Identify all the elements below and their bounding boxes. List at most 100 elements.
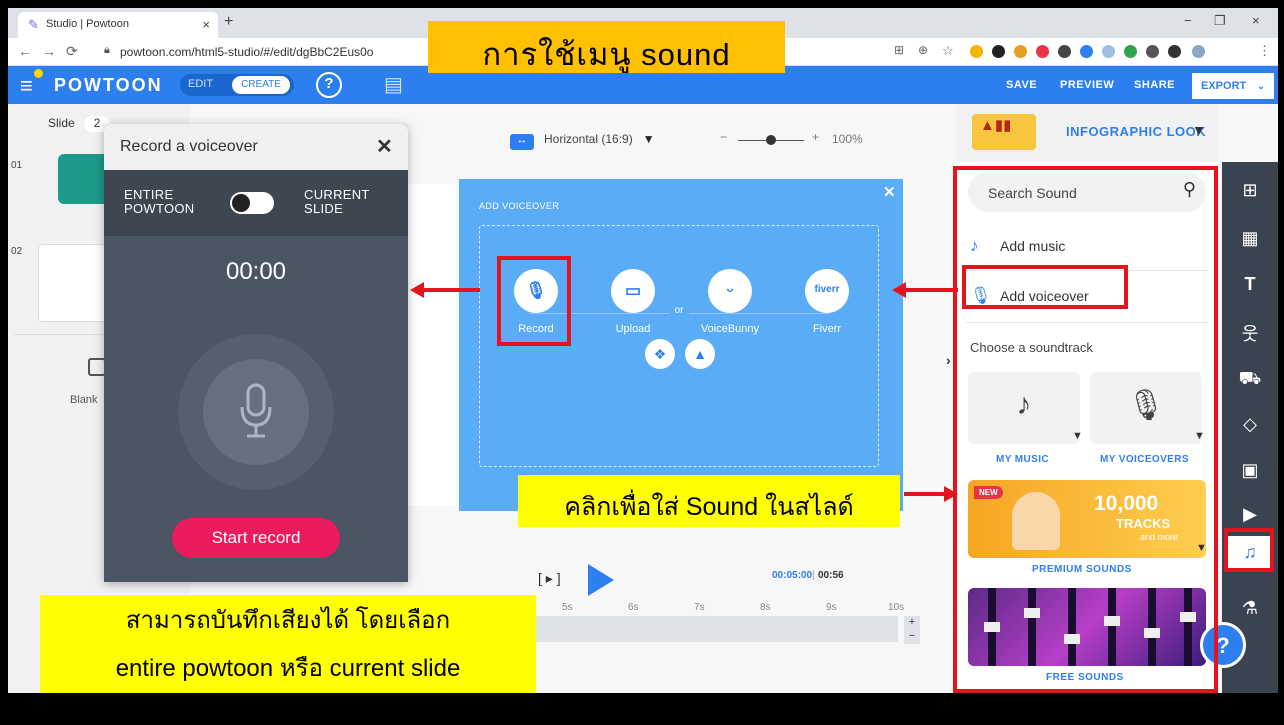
minimize-button[interactable]: − bbox=[1184, 13, 1192, 28]
record-timer: 00:00 bbox=[225, 258, 287, 285]
mode-switch[interactable]: EDIT CREATE bbox=[180, 74, 294, 96]
lock-icon: 🔒︎ bbox=[104, 44, 110, 56]
or-label: or bbox=[669, 305, 689, 316]
option-label: Upload bbox=[615, 323, 651, 335]
zoom-slider-handle[interactable] bbox=[766, 135, 776, 145]
browser-tab[interactable]: ✎ Studio | Powtoon × bbox=[18, 12, 218, 38]
start-record-button[interactable]: Start record bbox=[172, 518, 340, 558]
record-voiceover-panel: Record a voiceover ✕ ENTIRE POWTOON CURR… bbox=[104, 124, 408, 582]
slide-number: 01 bbox=[11, 160, 23, 171]
preview-button[interactable]: PREVIEW bbox=[1060, 79, 1114, 91]
reload-icon[interactable]: ⟳ bbox=[66, 43, 78, 60]
upload-option[interactable]: ▭ Upload bbox=[598, 269, 668, 335]
fiverr-logo: fiverr bbox=[805, 269, 849, 313]
arrow-line bbox=[424, 288, 480, 292]
look-selector[interactable]: ▲▮▮ INFOGRAPHIC LOOK ▼ bbox=[956, 104, 1218, 162]
caret-down-icon: ▼ bbox=[642, 132, 655, 146]
share-button[interactable]: SHARE bbox=[1134, 79, 1175, 91]
extension-icon[interactable] bbox=[1146, 45, 1159, 58]
new-tab-button[interactable]: + bbox=[224, 13, 233, 31]
timeline-track[interactable] bbox=[528, 616, 898, 642]
tab-title: Studio | Powtoon bbox=[46, 18, 129, 30]
dialog-title: ADD VOICEOVER bbox=[479, 201, 560, 211]
timeline-tick: 8s bbox=[760, 602, 771, 613]
timeline-tick: 10s bbox=[888, 602, 905, 613]
play-button[interactable] bbox=[588, 564, 614, 596]
close-icon[interactable]: ✕ bbox=[883, 183, 896, 201]
extension-icon[interactable] bbox=[992, 45, 1005, 58]
zoom-out-icon[interactable]: − bbox=[720, 130, 727, 144]
puzzle-icon[interactable] bbox=[1168, 45, 1181, 58]
url-text: powtoon.com/html5-studio/#/edit/dgBbC2Eu… bbox=[120, 45, 374, 59]
export-button[interactable]: EXPORT ⌄ bbox=[1192, 73, 1274, 99]
google-drive-icon[interactable]: ▲ bbox=[685, 339, 715, 369]
layout-icon[interactable]: ⊞ bbox=[1222, 180, 1278, 201]
bookmark-star-icon[interactable]: ☆ bbox=[942, 43, 954, 59]
browser-menu-icon[interactable]: ⋮ bbox=[1258, 43, 1271, 59]
create-mode-button[interactable]: CREATE bbox=[232, 76, 290, 94]
callout-line: entire powtoon หรือ current slide bbox=[115, 655, 461, 682]
entire-powtoon-label: ENTIRE POWTOON bbox=[124, 187, 195, 216]
text-icon[interactable]: T bbox=[1222, 274, 1278, 295]
magic-icon[interactable]: ⚗ bbox=[1222, 598, 1278, 619]
arrow-line bbox=[904, 492, 946, 496]
extension-icon[interactable] bbox=[1036, 45, 1049, 58]
hamburger-menu-icon[interactable]: ≡ bbox=[20, 69, 43, 99]
zoom-icon[interactable]: ⊕ bbox=[918, 43, 928, 57]
browser-window: ✎ Studio | Powtoon × + − ❐ × ← → ⟳ 🔒︎ po… bbox=[8, 8, 1278, 693]
props-icon[interactable]: ⛟ bbox=[1222, 368, 1278, 392]
callout-line: สามารถบันทึกเสียงได้ โดยเลือก bbox=[125, 607, 451, 634]
characters-icon[interactable]: 웃 bbox=[1222, 320, 1278, 346]
zoom-level: 100% bbox=[832, 132, 863, 146]
extension-icon[interactable] bbox=[1080, 45, 1093, 58]
profile-avatar[interactable] bbox=[1192, 45, 1205, 58]
timeline-zoom-out-button[interactable]: − bbox=[904, 630, 920, 644]
powtoon-logo: POWTOON bbox=[54, 75, 163, 95]
infographic-look-icon: ▲▮▮ bbox=[972, 114, 1036, 150]
maximize-button[interactable]: ❐ bbox=[1214, 13, 1226, 29]
image-icon[interactable]: ▣ bbox=[1222, 460, 1278, 481]
extension-icon[interactable] bbox=[1058, 45, 1071, 58]
orientation-selector[interactable]: ↔ Horizontal (16:9) ▼ bbox=[510, 132, 655, 150]
play-scene-icon[interactable]: [ ▸ ] bbox=[538, 570, 561, 587]
arrow-left-icon bbox=[410, 282, 424, 298]
scope-toggle[interactable] bbox=[230, 192, 274, 214]
close-icon[interactable]: ✕ bbox=[376, 134, 393, 159]
option-label: Fiverr bbox=[812, 323, 842, 335]
dropbox-icon[interactable]: ❖ bbox=[645, 339, 675, 369]
shapes-icon[interactable]: ◇ bbox=[1222, 414, 1278, 435]
translate-icon[interactable]: ⊞ bbox=[894, 43, 904, 57]
bunny-icon: ᵕ bbox=[708, 269, 752, 313]
window-close-button[interactable]: × bbox=[1252, 13, 1260, 28]
extension-icon[interactable] bbox=[1124, 45, 1137, 58]
timeline-tick: 6s bbox=[628, 602, 639, 613]
help-icon[interactable]: ? bbox=[316, 72, 342, 98]
powtoon-favicon-icon: ✎ bbox=[28, 17, 39, 32]
collapse-icon[interactable]: › bbox=[946, 352, 951, 368]
fiverr-option[interactable]: fiverr Fiverr bbox=[792, 269, 862, 335]
background-icon[interactable]: ▦ bbox=[1222, 228, 1278, 249]
callout-record-scope: สามารถบันทึกเสียงได้ โดยเลือก entire pow… bbox=[40, 595, 536, 693]
look-label: INFOGRAPHIC LOOK bbox=[1066, 124, 1207, 139]
notes-icon[interactable]: ▤ bbox=[384, 72, 403, 97]
back-icon[interactable]: ← bbox=[18, 43, 32, 59]
extension-icon[interactable] bbox=[970, 45, 983, 58]
scope-toggle-row: ENTIRE POWTOON CURRENT SLIDE bbox=[104, 170, 408, 236]
edit-mode-button[interactable]: EDIT bbox=[188, 78, 213, 90]
timeline-zoom-in-button[interactable]: + bbox=[904, 616, 920, 630]
record-option-highlight bbox=[497, 256, 571, 346]
forward-icon[interactable]: → bbox=[42, 43, 56, 59]
mic-button[interactable] bbox=[203, 359, 309, 465]
extension-icon[interactable] bbox=[1102, 45, 1115, 58]
monitor-icon: ▭ bbox=[611, 269, 655, 313]
save-button[interactable]: SAVE bbox=[1006, 79, 1037, 91]
zoom-in-icon[interactable]: + bbox=[812, 130, 819, 144]
tab-close-icon[interactable]: × bbox=[202, 17, 210, 32]
slide-canvas[interactable] bbox=[408, 184, 456, 506]
orientation-label: Horizontal (16:9) bbox=[544, 132, 633, 146]
option-label: VoiceBunny bbox=[700, 323, 760, 335]
voicebunny-option[interactable]: ᵕ VoiceBunny bbox=[695, 269, 765, 335]
video-icon[interactable]: ▶ bbox=[1222, 504, 1278, 525]
extension-icon[interactable] bbox=[1014, 45, 1027, 58]
callout-click-sound: คลิกเพื่อใส่ Sound ในสไลด์ bbox=[518, 475, 900, 527]
